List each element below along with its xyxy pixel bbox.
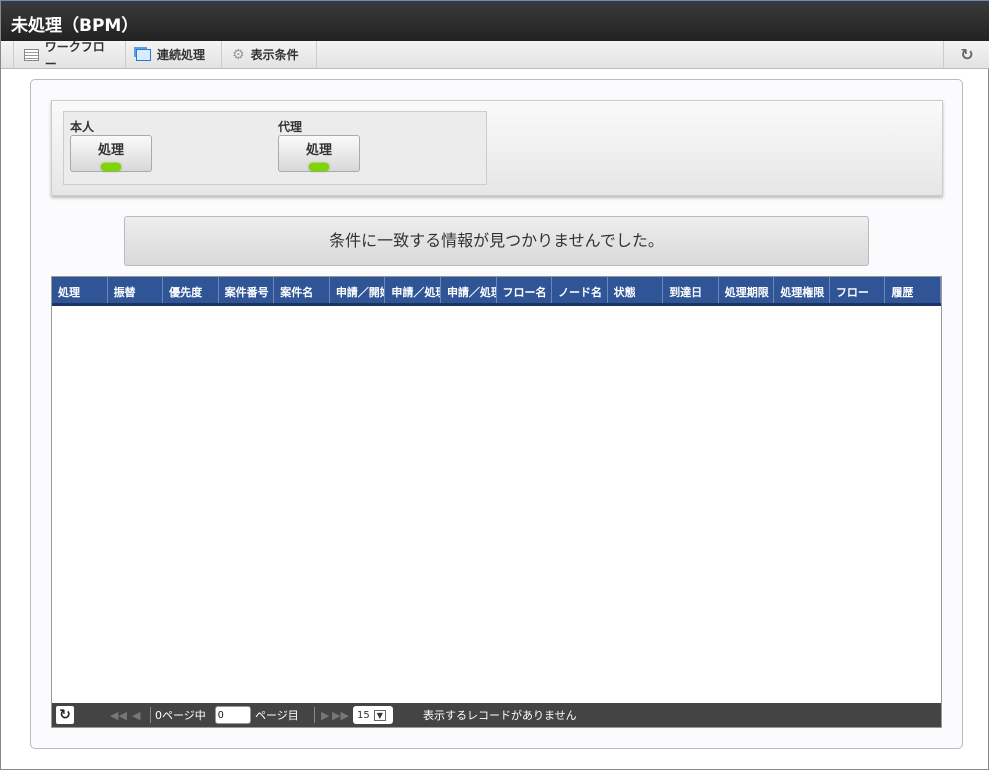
window-title: 未処理（BPM）	[1, 1, 989, 41]
continuous-label: 連続処理	[157, 48, 206, 62]
continuous-button[interactable]: 連続処理	[126, 41, 222, 68]
status-led-icon	[309, 163, 329, 171]
page-suffix-label: ページ目	[255, 709, 299, 722]
chevron-down-icon: ▼	[373, 709, 386, 721]
results-grid: 処理 振替 優先度 案件番号 案件名 申請／開始 申請／処理 申請／処理 フロー名 ノード名 状態到…	[51, 276, 942, 728]
column-header[interactable]: 処理期限	[719, 277, 775, 303]
process-panel: 本人 処理 代理 処理	[51, 100, 943, 196]
main-container: 本人 処理 代理 処理 条件に一致する情報が見つかりませんでした。 処理 振替 優先…	[30, 79, 963, 749]
column-header[interactable]: 申請／処理	[441, 277, 497, 303]
no-results-message: 条件に一致する情報が見つかりませんでした。	[124, 216, 869, 266]
column-header[interactable]: 振替	[108, 277, 164, 303]
column-header[interactable]: 申請／処理	[385, 277, 441, 303]
column-header[interactable]: ノード名	[552, 277, 608, 303]
next-page-button[interactable]: ▶	[314, 707, 329, 723]
self-process-label: 処理	[97, 143, 124, 158]
column-header[interactable]: 処理	[52, 277, 108, 303]
column-header[interactable]: フロー	[830, 277, 886, 303]
column-header[interactable]: 到達日	[663, 277, 719, 303]
proxy-process-label: 処理	[305, 143, 332, 158]
column-header[interactable]: 処理権限	[774, 277, 830, 303]
pager: ↻ ◀◀ ◀ 0 ページ中 ページ目 ▶ ▶▶ 15▼ 表示するレコードがありま…	[52, 703, 941, 727]
self-process-button[interactable]: 処理	[70, 135, 152, 172]
refresh-icon: ↻	[960, 45, 974, 64]
prev-page-button[interactable]: ◀	[132, 703, 140, 727]
proxy-label: 代理	[278, 120, 303, 134]
self-label: 本人	[70, 120, 95, 134]
list-icon	[24, 48, 39, 61]
gear-icon: ⚙	[232, 46, 245, 63]
column-header[interactable]: 状態	[608, 277, 664, 303]
column-header[interactable]: 申請／開始	[330, 277, 386, 303]
pager-status: 表示するレコードがありません	[423, 709, 577, 722]
of-pages-label: ページ中	[162, 709, 206, 722]
page-size-value: 15	[357, 709, 370, 721]
workflow-label: ワークフロー	[44, 39, 105, 71]
total-pages: 0	[150, 707, 162, 723]
display-conditions-label: 表示条件	[250, 48, 299, 62]
workflow-button[interactable]: ワークフロー	[13, 40, 126, 71]
column-header[interactable]: 案件名	[274, 277, 330, 303]
last-page-button[interactable]: ▶▶	[332, 703, 349, 727]
proxy-process-button[interactable]: 処理	[278, 135, 360, 172]
first-page-button[interactable]: ◀◀	[110, 703, 127, 727]
column-header[interactable]: フロー名	[497, 277, 553, 303]
column-header[interactable]: 優先度	[163, 277, 219, 303]
status-led-icon	[101, 163, 121, 171]
refresh-grid-button[interactable]: ↻	[56, 706, 74, 724]
page-size-select[interactable]: 15 ▼	[353, 706, 393, 724]
grid-header: 処理 振替 優先度 案件番号 案件名 申請／開始 申請／処理 申請／処理 フロー名 ノード名 状態到…	[52, 277, 941, 306]
column-header[interactable]: 案件番号	[219, 277, 275, 303]
column-header[interactable]: 履歴	[885, 277, 941, 303]
display-conditions-button[interactable]: ⚙ 表示条件	[222, 41, 317, 68]
toolbar: ワークフロー 連続処理 ⚙ 表示条件 ↻	[1, 40, 989, 71]
page-input[interactable]	[215, 706, 251, 724]
windows-icon	[136, 48, 151, 61]
refresh-button[interactable]: ↻	[943, 41, 989, 68]
